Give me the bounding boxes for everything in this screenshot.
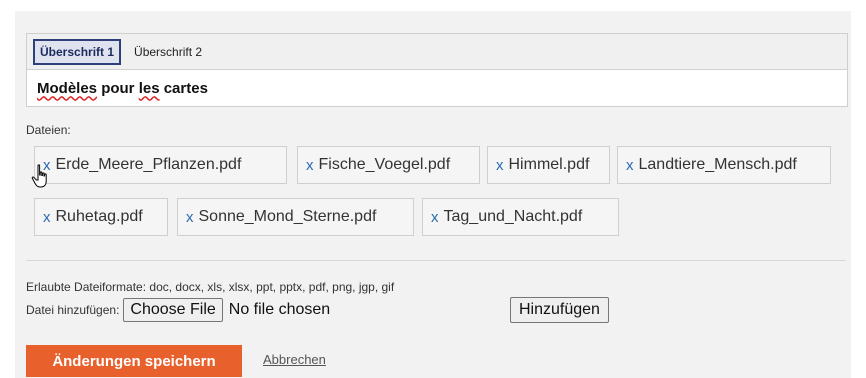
file-chip[interactable]: x Landtiere_Mensch.pdf (617, 146, 831, 184)
file-name: Tag_und_Nacht.pdf (443, 208, 583, 225)
divider (26, 260, 846, 261)
file-name: Sonne_Mond_Sterne.pdf (198, 208, 377, 225)
editor-toolbar: Überschrift 1 Überschrift 2 (27, 34, 847, 70)
remove-file-icon[interactable]: x (43, 209, 51, 226)
file-chip[interactable]: x Erde_Meere_Pflanzen.pdf (34, 146, 287, 184)
remove-file-icon[interactable]: x (626, 157, 634, 174)
remove-file-icon[interactable]: x (496, 157, 504, 174)
heading1-button[interactable]: Überschrift 1 (33, 38, 122, 65)
editor-word: cartes (163, 79, 208, 97)
file-chip[interactable]: x Fische_Voegel.pdf (297, 146, 480, 184)
file-name: Erde_Meere_Pflanzen.pdf (55, 156, 242, 173)
file-chip[interactable]: x Sonne_Mond_Sterne.pdf (177, 198, 414, 236)
heading2-button[interactable]: Überschrift 2 (127, 39, 209, 65)
hand-pointer-icon (31, 164, 47, 188)
add-file-row: Datei hinzufügen: Choose File No file ch… (26, 297, 330, 323)
remove-file-icon[interactable]: x (306, 157, 314, 174)
rich-text-editor: Überschrift 1 Überschrift 2 Modèles pour… (26, 33, 848, 107)
no-file-chosen-text: No file chosen (228, 301, 331, 318)
edit-panel: Überschrift 1 Überschrift 2 Modèles pour… (15, 11, 851, 378)
remove-file-icon[interactable]: x (431, 209, 439, 226)
file-chip[interactable]: x Ruhetag.pdf (34, 198, 168, 236)
file-name: Himmel.pdf (508, 156, 590, 173)
choose-file-button[interactable]: Choose File (123, 298, 223, 322)
cancel-link[interactable]: Abbrechen (263, 352, 326, 367)
allowed-formats-text: Erlaubte Dateiformate: doc, docx, xls, x… (26, 280, 395, 294)
add-file-label: Datei hinzufügen: (26, 303, 120, 317)
file-chip[interactable]: x Himmel.pdf (487, 146, 610, 184)
editor-content[interactable]: Modèles pour les cartes (27, 70, 847, 106)
editor-word: les (138, 79, 160, 97)
remove-file-icon[interactable]: x (186, 209, 194, 226)
add-file-button[interactable]: Hinzufügen (510, 297, 609, 323)
file-chip[interactable]: x Tag_und_Nacht.pdf (422, 198, 619, 236)
file-name: Landtiere_Mensch.pdf (638, 156, 797, 173)
save-changes-button[interactable]: Änderungen speichern (26, 345, 242, 377)
file-name: Fische_Voegel.pdf (318, 156, 451, 173)
editor-word: Modèles (37, 79, 98, 97)
editor-word: pour (101, 79, 135, 97)
files-label: Dateien: (26, 123, 71, 137)
file-name: Ruhetag.pdf (55, 208, 143, 225)
